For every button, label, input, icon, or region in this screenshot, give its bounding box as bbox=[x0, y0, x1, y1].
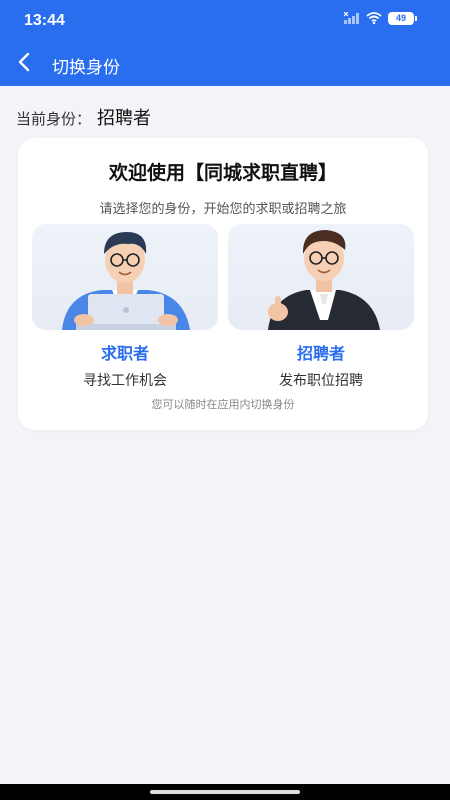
signal-icon bbox=[343, 9, 360, 28]
status-time: 13:44 bbox=[24, 12, 65, 29]
role-desc-recruiter: 发布职位招聘 bbox=[279, 373, 363, 389]
nav-bar: 切换身份 bbox=[0, 42, 450, 86]
role-name-recruiter: 招聘者 bbox=[296, 344, 345, 363]
role-desc-job-seeker: 寻找工作机会 bbox=[83, 373, 167, 389]
job-seeker-illustration bbox=[32, 224, 218, 330]
wifi-icon bbox=[366, 9, 382, 28]
back-button[interactable] bbox=[10, 48, 38, 80]
current-identity-label: 当前身份： bbox=[16, 110, 92, 128]
current-identity-value: 招聘者 bbox=[97, 108, 152, 129]
app-header: 13:44 49 切换身份 bbox=[0, 0, 450, 86]
role-recruiter[interactable]: 招聘者 发布职位招聘 bbox=[228, 224, 414, 390]
switch-hint: 您可以随时在应用内切换身份 bbox=[151, 398, 295, 411]
recruiter-illustration bbox=[228, 224, 414, 330]
role-job-seeker[interactable]: 求职者 寻找工作机会 bbox=[32, 224, 218, 390]
status-bar: 13:44 49 bbox=[0, 0, 450, 42]
status-icons: 49 bbox=[343, 9, 417, 28]
chevron-left-icon bbox=[18, 52, 30, 76]
role-name-job-seeker: 求职者 bbox=[100, 344, 149, 363]
battery-icon: 49 bbox=[388, 11, 417, 25]
welcome-title: 欢迎使用【同城求职直聘】 bbox=[108, 162, 337, 184]
current-identity: 当前身份： 招聘者 bbox=[16, 104, 151, 130]
page-title: 切换身份 bbox=[52, 58, 120, 78]
home-indicator[interactable] bbox=[150, 790, 300, 794]
identity-card: 欢迎使用【同城求职直聘】 请选择您的身份，开始您的求职或招聘之旅 求职者 寻找工… bbox=[18, 138, 428, 430]
welcome-subtitle: 请选择您的身份，开始您的求职或招聘之旅 bbox=[99, 202, 347, 217]
